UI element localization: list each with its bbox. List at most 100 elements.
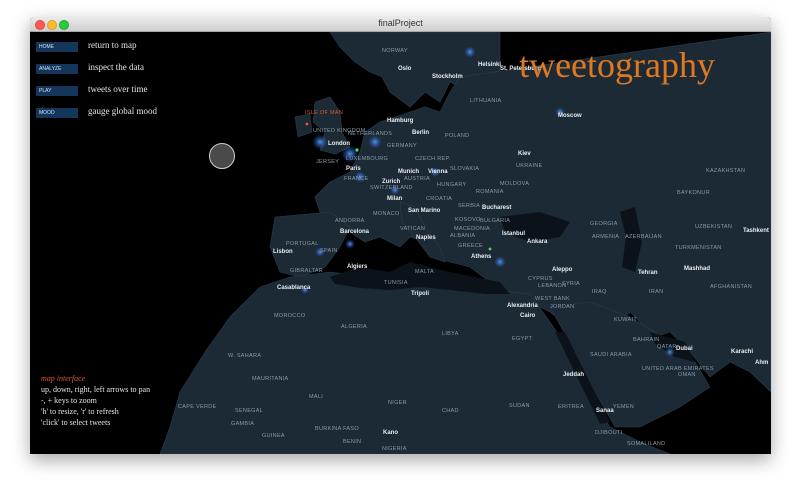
menu-item-analyze[interactable]: ANALYZE inspect the data	[36, 62, 176, 84]
map-label: Stockholm	[432, 74, 463, 80]
play-button[interactable]: PLAY	[36, 86, 78, 96]
tweet-cluster[interactable]	[464, 46, 476, 58]
selection-cursor[interactable]	[209, 143, 235, 169]
map-label: AUSTRIA	[404, 176, 430, 182]
map-label: Athens	[471, 254, 492, 260]
map-label: NETHERLANDS	[348, 131, 392, 137]
tweet-cluster[interactable]	[368, 135, 382, 149]
map-label: Tashkent	[743, 228, 769, 234]
map-label: CROATIA	[426, 196, 452, 202]
map-label: OMAN	[678, 372, 696, 378]
map-label: Munich	[398, 169, 419, 175]
map-label: JORDAN	[550, 304, 574, 310]
map-canvas[interactable]: NORWAY Oslo Helsinki St. Petersburg Stoc…	[30, 32, 771, 454]
tweet-dot-green[interactable]	[355, 148, 359, 152]
map-label: NORWAY	[382, 48, 408, 54]
map-label: CZECH REP.	[415, 156, 451, 162]
map-label: Cairo	[520, 313, 536, 319]
mood-label: gauge global mood	[88, 106, 157, 116]
menu-item-home[interactable]: HOME return to map	[36, 40, 176, 62]
map-label: Mashhad	[684, 266, 710, 272]
map-label: Helsinki	[478, 62, 501, 68]
map-label: MOROCCO	[274, 313, 306, 319]
map-label: Naples	[416, 235, 436, 241]
map-label: TUNISIA	[384, 280, 408, 286]
map-label: Istanbul	[502, 231, 525, 237]
mood-button[interactable]: MOOD	[36, 108, 78, 118]
map-label: SLOVAKIA	[450, 166, 479, 172]
map-label: Oslo	[398, 66, 412, 72]
title-bar[interactable]: finalProject	[30, 17, 771, 32]
map-label: BURKINA FASO	[315, 426, 359, 432]
app-logo-title: tweetography	[519, 45, 715, 85]
map-label: HUNGARY	[437, 182, 467, 188]
tweet-cluster[interactable]	[312, 134, 328, 150]
map-label: W. SAHARA	[228, 353, 261, 359]
tweet-cluster[interactable]	[494, 256, 506, 268]
map-label: KUWAIT	[614, 317, 637, 323]
map-label: BAHRAIN	[633, 337, 660, 343]
map-label: Karachi	[731, 349, 753, 355]
home-button[interactable]: HOME	[36, 42, 78, 52]
menu-item-play[interactable]: PLAY tweets over time	[36, 84, 176, 106]
map-label: Tripoli	[411, 291, 429, 297]
map-label: AZERBAIJAN	[625, 234, 662, 240]
map-label: LUXEMBOURG	[346, 156, 388, 162]
map-label: Sanaa	[596, 408, 614, 414]
map-label: London	[328, 141, 350, 147]
analyze-button[interactable]: ANALYZE	[36, 64, 78, 74]
map-label: IRAN	[649, 289, 663, 295]
window-title: finalProject	[378, 18, 423, 28]
map-label: SERBIA	[458, 203, 480, 209]
map-label: Berlin	[412, 130, 429, 136]
map-label: SPAIN	[320, 248, 338, 254]
map-label: ROMANIA	[476, 189, 504, 195]
tweet-cluster[interactable]	[345, 239, 355, 249]
map-label: Vienna	[428, 169, 448, 175]
map-label: CAPE VERDE	[178, 404, 216, 410]
map-label: Kano	[383, 430, 398, 436]
map-label: Dubai	[676, 346, 693, 352]
map-label: PORTUGAL	[286, 241, 319, 247]
map-label: Jeddah	[563, 372, 584, 378]
map-label: DJIBOUTI	[595, 430, 623, 436]
map-label: Paris	[346, 166, 361, 172]
menu-item-mood[interactable]: MOOD gauge global mood	[36, 106, 176, 128]
map-label: ARMENIA	[592, 234, 619, 240]
map-label: CYPRUS	[528, 276, 553, 282]
help-line-zoom: -, + keys to zoom	[41, 396, 97, 405]
map-label: Lisbon	[273, 249, 293, 255]
map-label: Tehran	[638, 270, 658, 276]
map-label: VATICAN	[400, 226, 425, 232]
map-label: NIGER	[388, 400, 407, 406]
tweet-dot-green[interactable]	[488, 247, 492, 251]
help-line-resize: 'h' to resize, 'r' to refresh	[41, 407, 119, 416]
map-label: QATAR	[657, 344, 677, 350]
map-label: LIBYA	[442, 331, 459, 337]
app-window: finalProject NORWAY Oslo Helsinki St. Pe…	[30, 17, 771, 454]
map-label: Alexandria	[507, 303, 538, 309]
map-label: SWITZERLAND	[370, 185, 413, 191]
map-label: CHAD	[442, 408, 459, 414]
help-line-pan: up, down, right, left arrows to pan	[41, 385, 151, 394]
map-label: MALTA	[415, 269, 434, 275]
map-label: SAUDI ARABIA	[590, 352, 632, 358]
map-label: AFGHANISTAN	[710, 284, 752, 290]
map-label: SUDAN	[509, 403, 530, 409]
map-label: MOLDOVA	[500, 181, 529, 187]
map-label: GIBRALTAR	[290, 268, 323, 274]
map-label: KOSOVO	[455, 217, 481, 223]
map-label: Casablanca	[277, 285, 311, 291]
map-label: EGYPT	[512, 336, 532, 342]
tweet-dot-red[interactable]	[305, 122, 309, 126]
map-label: ANDORRA	[335, 218, 365, 224]
land-ireland	[294, 113, 313, 138]
map-label: MALI	[309, 394, 323, 400]
map-label: Milan	[387, 196, 403, 202]
map-label: BENIN	[343, 439, 361, 445]
map-label: WEST BANK	[535, 296, 570, 302]
map-label: ALBANIA	[450, 233, 475, 239]
map-label: FRANCE	[344, 176, 368, 182]
map-label: ERITREA	[558, 404, 584, 410]
map-label: GUINEA	[262, 433, 285, 439]
